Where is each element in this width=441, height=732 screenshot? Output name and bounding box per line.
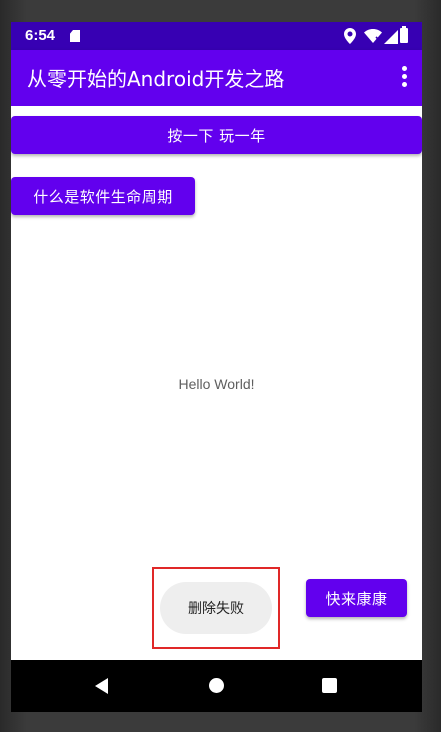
navigation-bar (11, 660, 422, 712)
app-title: 从零开始的Android开发之路 (27, 67, 285, 91)
phone-screen: 6:54 从零开始的Android开发之路 按一下 玩一年 什么是软件生命周期 … (11, 22, 422, 712)
status-bar: 6:54 (11, 22, 422, 50)
health-button[interactable]: 快来康康 (306, 579, 407, 617)
sd-card-icon (70, 30, 80, 42)
menu-dot (402, 74, 407, 79)
wifi-icon (364, 29, 382, 43)
back-icon[interactable] (95, 678, 108, 694)
location-icon (344, 28, 356, 44)
recents-icon[interactable] (322, 678, 337, 693)
home-icon[interactable] (209, 678, 224, 693)
overflow-menu-icon[interactable] (402, 66, 408, 88)
menu-dot (402, 66, 407, 71)
play-button[interactable]: 按一下 玩一年 (11, 116, 422, 154)
battery-icon (400, 26, 408, 43)
status-time: 6:54 (25, 27, 56, 44)
signal-icon (384, 30, 398, 44)
lifecycle-button[interactable]: 什么是软件生命周期 (11, 177, 195, 215)
highlight-box (152, 567, 280, 649)
menu-dot (402, 82, 407, 87)
device-frame: 6:54 从零开始的Android开发之路 按一下 玩一年 什么是软件生命周期 … (0, 0, 441, 732)
hello-text: Hello World! (178, 376, 255, 392)
app-bar: 从零开始的Android开发之路 (11, 50, 422, 106)
main-content: 按一下 玩一年 什么是软件生命周期 Hello World! 删除失败 快来康康 (11, 106, 422, 660)
